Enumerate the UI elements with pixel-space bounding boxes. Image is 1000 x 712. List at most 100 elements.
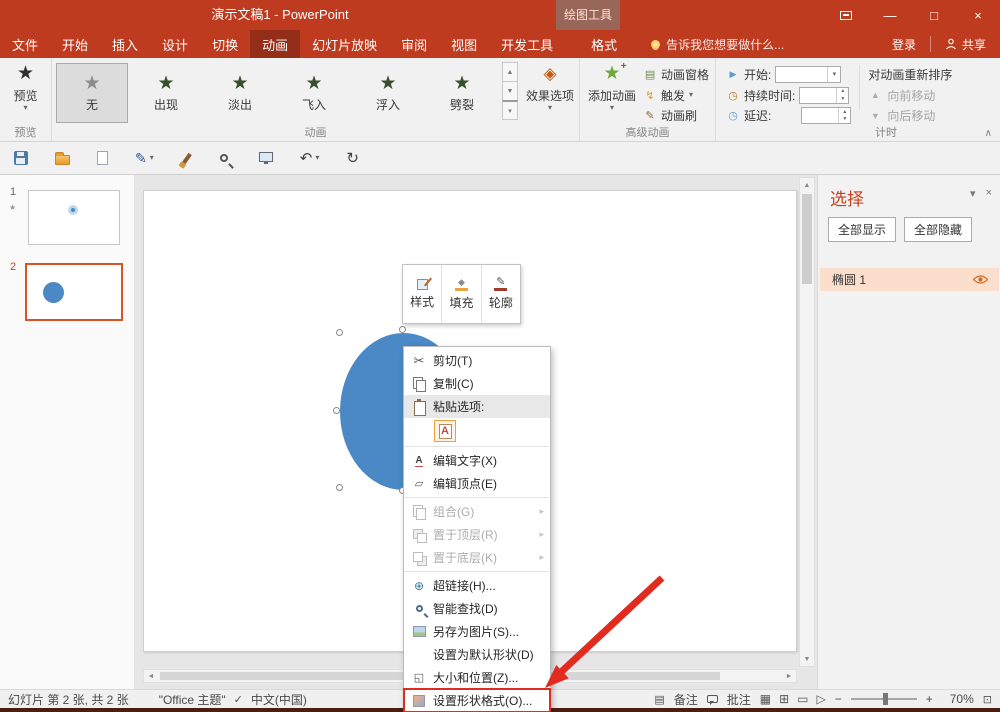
paste-keep-formatting-button[interactable]: A	[434, 420, 456, 442]
comments-button[interactable]: 批注	[727, 691, 751, 708]
share-button[interactable]: 共享	[931, 36, 1000, 53]
menu-item-format-shape[interactable]: 设置形状格式(O)...	[404, 689, 550, 712]
zoom-in-button[interactable]: +	[926, 692, 933, 706]
menu-item-edit-points[interactable]: ▱ 编辑顶点(E)	[404, 472, 550, 495]
start-combobox[interactable]: ▾	[775, 66, 841, 83]
language-indicator[interactable]: 中文(中国)	[251, 691, 307, 708]
animation-painter-button[interactable]: ✎ 动画刷	[640, 105, 712, 126]
minimize-button[interactable]: —	[868, 0, 912, 30]
ribbon-display-options-button[interactable]	[824, 0, 868, 30]
tab-format[interactable]: 格式	[579, 30, 629, 58]
pane-close-icon[interactable]: ×	[986, 187, 992, 200]
zoom-percentage[interactable]: 70%	[942, 692, 974, 706]
hide-all-button[interactable]: 全部隐藏	[904, 217, 972, 242]
resize-handle-middle-left[interactable]	[333, 407, 340, 414]
scroll-left-arrow-icon[interactable]: ◄	[144, 670, 158, 682]
slide-sorter-view-button[interactable]: ⊞	[779, 692, 789, 706]
normal-view-button[interactable]: ▦	[760, 692, 771, 706]
show-all-button[interactable]: 全部显示	[828, 217, 896, 242]
resize-handle-top-center[interactable]	[399, 326, 406, 333]
tab-transitions[interactable]: 切换	[200, 30, 250, 58]
menu-item-set-default-shape[interactable]: 设置为默认形状(D)	[404, 643, 550, 666]
format-brush-button[interactable]	[181, 153, 193, 164]
reading-view-button[interactable]: ▭	[797, 692, 808, 706]
menu-item-size-and-position[interactable]: ◱ 大小和位置(Z)...	[404, 666, 550, 689]
menu-item-cut[interactable]: ✂ 剪切(T)	[404, 349, 550, 372]
scroll-right-arrow-icon[interactable]: ►	[782, 670, 796, 682]
collapse-ribbon-button[interactable]: ∧	[985, 128, 992, 139]
zoom-out-button[interactable]: −	[835, 692, 842, 706]
chevron-down-icon[interactable]: ▾	[827, 67, 840, 82]
fit-to-window-icon[interactable]: ⊡	[983, 693, 992, 706]
zoom-tool-button[interactable]	[220, 154, 232, 162]
duration-spinner[interactable]: ▲▼	[799, 87, 849, 104]
animation-pane-button[interactable]: ▤ 动画窗格	[640, 64, 712, 85]
trigger-button[interactable]: ↯ 触发 ▾	[640, 85, 712, 106]
shape-style-button[interactable]: 样式	[403, 265, 442, 323]
theme-name[interactable]: "Office 主题"	[159, 691, 226, 708]
effect-options-button[interactable]: ◈ 效果选项 ▾	[522, 61, 578, 125]
vertical-scrollbar[interactable]: ▲ ▼	[799, 177, 815, 667]
zoom-slider[interactable]	[851, 698, 917, 700]
shape-fill-button[interactable]: ◆ 填充	[442, 265, 481, 323]
close-button[interactable]: ×	[956, 0, 1000, 30]
animation-split[interactable]: ★ 劈裂	[426, 63, 498, 123]
tab-design[interactable]: 设计	[150, 30, 200, 58]
tab-developer[interactable]: 开发工具	[489, 30, 565, 58]
menu-item-smart-lookup[interactable]: 智能查找(D)	[404, 597, 550, 620]
menu-item-hyperlink[interactable]: ⊕ 超链接(H)...	[404, 574, 550, 597]
gallery-scroll-up-button[interactable]: ▲	[502, 62, 518, 82]
gallery-more-button[interactable]: ▾	[502, 100, 518, 120]
zoom-slider-thumb[interactable]	[883, 693, 888, 705]
spin-down-icon[interactable]: ▼	[837, 95, 848, 103]
resize-handle-top-left[interactable]	[336, 329, 343, 336]
tab-insert[interactable]: 插入	[100, 30, 150, 58]
delay-spinner[interactable]: ▲▼	[801, 107, 851, 124]
vertical-scrollbar-thumb[interactable]	[802, 194, 812, 284]
animation-fade[interactable]: ★ 淡出	[204, 63, 276, 123]
scroll-up-arrow-icon[interactable]: ▲	[800, 178, 814, 192]
menu-item-save-as-picture[interactable]: 另存为图片(S)...	[404, 620, 550, 643]
menu-item-copy[interactable]: 复制(C)	[404, 372, 550, 395]
spell-check-icon[interactable]: ✓	[234, 693, 243, 706]
new-document-button[interactable]	[97, 151, 108, 165]
tab-view[interactable]: 视图	[439, 30, 489, 58]
scroll-down-arrow-icon[interactable]: ▼	[800, 652, 814, 666]
tab-file[interactable]: 文件	[0, 30, 50, 58]
tab-review[interactable]: 审阅	[389, 30, 439, 58]
spin-up-icon[interactable]: ▲	[837, 88, 848, 96]
open-button[interactable]	[55, 151, 70, 165]
tab-slideshow[interactable]: 幻灯片放映	[300, 30, 389, 58]
slideshow-view-button[interactable]: ▷	[817, 692, 826, 706]
move-earlier-button[interactable]: ▲ 向前移动	[868, 85, 952, 106]
ink-annotate-button[interactable]: ✎ ▾	[135, 150, 154, 167]
spin-down-icon[interactable]: ▼	[839, 116, 850, 124]
gallery-scroll-down-button[interactable]: ▼	[502, 81, 518, 101]
tab-home[interactable]: 开始	[50, 30, 100, 58]
slideshow-tool-button[interactable]	[259, 152, 273, 165]
maximize-button[interactable]: □	[912, 0, 956, 30]
animation-floatin[interactable]: ★ 浮入	[352, 63, 424, 123]
save-button[interactable]	[14, 151, 28, 165]
selection-pane-item-oval1[interactable]: 椭圆 1	[820, 268, 999, 291]
pane-options-chevron-icon[interactable]: ▾	[970, 187, 976, 200]
undo-button[interactable]: ↶ ▾	[300, 149, 320, 167]
redo-button[interactable]: ↻	[346, 149, 359, 167]
animation-appear[interactable]: ★ 出现	[130, 63, 202, 123]
menu-item-edit-text[interactable]: A 编辑文字(X)	[404, 449, 550, 472]
add-animation-button[interactable]: ★ + 添加动画 ▾	[584, 61, 640, 125]
resize-handle-bottom-left[interactable]	[336, 484, 343, 491]
shape-outline-button[interactable]: ✎ 轮廓	[482, 265, 520, 323]
tab-animations[interactable]: 动画	[250, 30, 300, 58]
sign-in-button[interactable]: 登录	[878, 36, 930, 53]
visibility-eye-icon[interactable]	[972, 274, 989, 285]
spin-up-icon[interactable]: ▲	[839, 108, 850, 116]
slide-2-thumbnail[interactable]	[25, 263, 123, 321]
preview-button[interactable]: ★ 预览 ▾	[4, 61, 47, 125]
move-later-button[interactable]: ▼ 向后移动	[868, 105, 952, 126]
animation-none[interactable]: ★ 无	[56, 63, 128, 123]
tell-me-box[interactable]: 告诉我您想要做什么...	[651, 30, 784, 58]
slide-1-thumbnail[interactable]	[28, 190, 120, 245]
animation-flyin[interactable]: ★ 飞入	[278, 63, 350, 123]
notes-button[interactable]: 备注	[674, 691, 698, 708]
